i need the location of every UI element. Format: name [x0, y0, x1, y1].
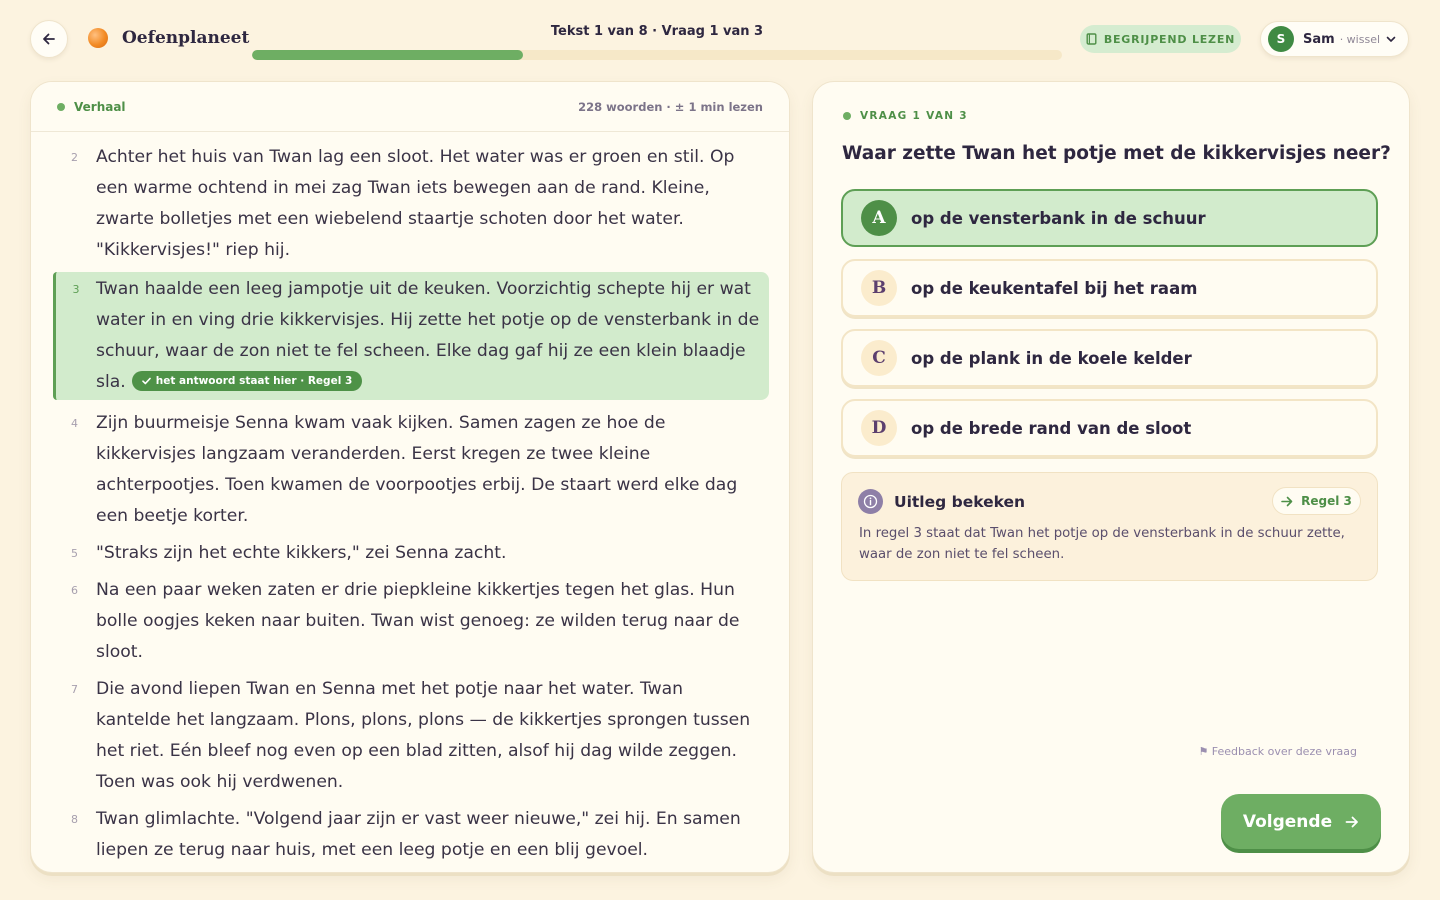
avatar: S [1268, 26, 1294, 52]
user-switch-label: · wissel [1339, 32, 1381, 46]
answer-option-a[interactable]: A op de vensterbank in de schuur [841, 189, 1378, 247]
info-glyph [863, 494, 878, 509]
explanation-box: Uitleg bekeken Regel 3 In regel 3 staat … [841, 472, 1378, 581]
question-counter: VRAAG 1 VAN 3 [843, 110, 968, 122]
answer-tag-label: het antwoord staat hier · Regel 3 [155, 375, 353, 387]
option-letter: A [861, 200, 897, 236]
option-text: op de brede rand van de sloot [911, 418, 1192, 438]
back-button[interactable] [30, 20, 68, 58]
info-icon [858, 489, 883, 514]
paragraph-text: Twan glimlachte. "Volgend jaar zijn er v… [96, 809, 741, 860]
line-number: 4 [71, 417, 78, 430]
option-text: op de plank in de koele kelder [911, 348, 1192, 368]
progress-label: Tekst 1 van 8 · Vraag 1 van 3 [550, 24, 764, 39]
paragraph-text-wrap: Twan haalde een leeg jampotje uit de keu… [96, 274, 769, 398]
planet-logo-icon [88, 28, 108, 48]
mode-badge: BEGRIJPEND LEZEN [1080, 25, 1241, 53]
answer-option-b[interactable]: B op de keukentafel bij het raam [841, 259, 1378, 317]
line-reference-label: Regel 3 [1301, 494, 1352, 508]
paragraph-list: 2 Achter het huis van Twan lag een sloot… [53, 140, 769, 870]
paragraph: 8 Twan glimlachte. "Volgend jaar zijn er… [53, 802, 769, 868]
paragraph-highlighted: 3 Twan haalde een leeg jampotje uit de k… [53, 272, 769, 400]
option-letter: C [861, 340, 897, 376]
text-panel-header: Verhaal 228 woorden · ± 1 min lezen [31, 82, 789, 132]
paragraph-text: Die avond liepen Twan en Senna met het p… [96, 679, 751, 792]
option-letter: B [861, 270, 897, 306]
paragraph: 7 Die avond liepen Twan en Senna met het… [53, 672, 769, 800]
line-number: 2 [71, 151, 78, 164]
genre-text: Verhaal [74, 99, 126, 114]
chevron-down-icon [1386, 36, 1396, 42]
line-number: 7 [71, 683, 78, 696]
progress-fill [252, 50, 524, 60]
explanation-title: Uitleg bekeken [894, 492, 1026, 511]
reading-text-panel: Verhaal 228 woorden · ± 1 min lezen 2 Ac… [30, 81, 790, 873]
answer-options: A op de vensterbank in de schuur B op de… [841, 189, 1378, 469]
answer-option-d[interactable]: D op de brede rand van de sloot [841, 399, 1378, 457]
line-number: 8 [71, 813, 78, 826]
arrow-left-icon [43, 33, 55, 45]
app-logo: Oefenplaneet [88, 28, 249, 48]
explanation-text: In regel 3 staat dat Twan het potje op d… [859, 526, 1345, 562]
feedback-link[interactable]: ⚑ Feedback over deze vraag [1198, 745, 1357, 758]
option-letter: D [861, 410, 897, 446]
genre-label: Verhaal [57, 100, 126, 114]
line-number: 3 [72, 283, 80, 296]
question-counter-label: VRAAG 1 VAN 3 [860, 110, 968, 122]
question-panel: VRAAG 1 VAN 3 Waar zette Twan het potje … [812, 81, 1410, 873]
paragraph: 4 Zijn buurmeisje Senna kwam vaak kijken… [53, 406, 769, 534]
line-reference-button[interactable]: Regel 3 [1272, 487, 1361, 515]
next-label: Volgende [1242, 811, 1333, 832]
paragraph-text: Achter het huis van Twan lag een sloot. … [96, 147, 735, 260]
paragraph: 2 Achter het huis van Twan lag een sloot… [53, 140, 769, 268]
next-button[interactable]: Volgende [1221, 794, 1381, 849]
explanation-header: Uitleg bekeken [858, 489, 1025, 514]
arrow-right-icon [1345, 816, 1359, 827]
book-icon [1086, 33, 1097, 45]
user-menu[interactable]: S Sam · wissel [1260, 21, 1409, 57]
text-meta: 228 woorden · ± 1 min lezen [578, 99, 763, 114]
answer-location-tag: het antwoord staat hier · Regel 3 [131, 371, 363, 391]
mode-label: BEGRIJPEND LEZEN [1103, 32, 1236, 46]
option-text: op de keukentafel bij het raam [911, 278, 1198, 298]
paragraph: 5 "Straks zijn het echte kikkers," zei S… [53, 536, 769, 571]
question-text: Waar zette Twan het potje met de kikkerv… [842, 143, 1391, 164]
paragraph: 6 Na een paar weken zaten er drie piepkl… [53, 573, 769, 670]
paragraph-text: Na een paar weken zaten er drie piepklei… [96, 580, 740, 662]
arrow-right-icon [1281, 496, 1293, 506]
user-name: Sam [1303, 31, 1335, 47]
paragraph-text: "Straks zijn het echte kikkers," zei Sen… [96, 543, 507, 563]
paragraph-text: Zijn buurmeisje Senna kwam vaak kijken. … [96, 413, 738, 526]
option-text: op de vensterbank in de schuur [911, 208, 1206, 228]
line-number: 5 [71, 547, 78, 560]
progress-bar [252, 50, 1062, 60]
genre-dot [57, 102, 65, 111]
line-number: 6 [71, 584, 78, 597]
check-icon [141, 377, 151, 385]
app-name: Oefenplaneet [122, 28, 250, 48]
answer-option-c[interactable]: C op de plank in de koele kelder [841, 329, 1378, 387]
question-dot [843, 112, 851, 120]
